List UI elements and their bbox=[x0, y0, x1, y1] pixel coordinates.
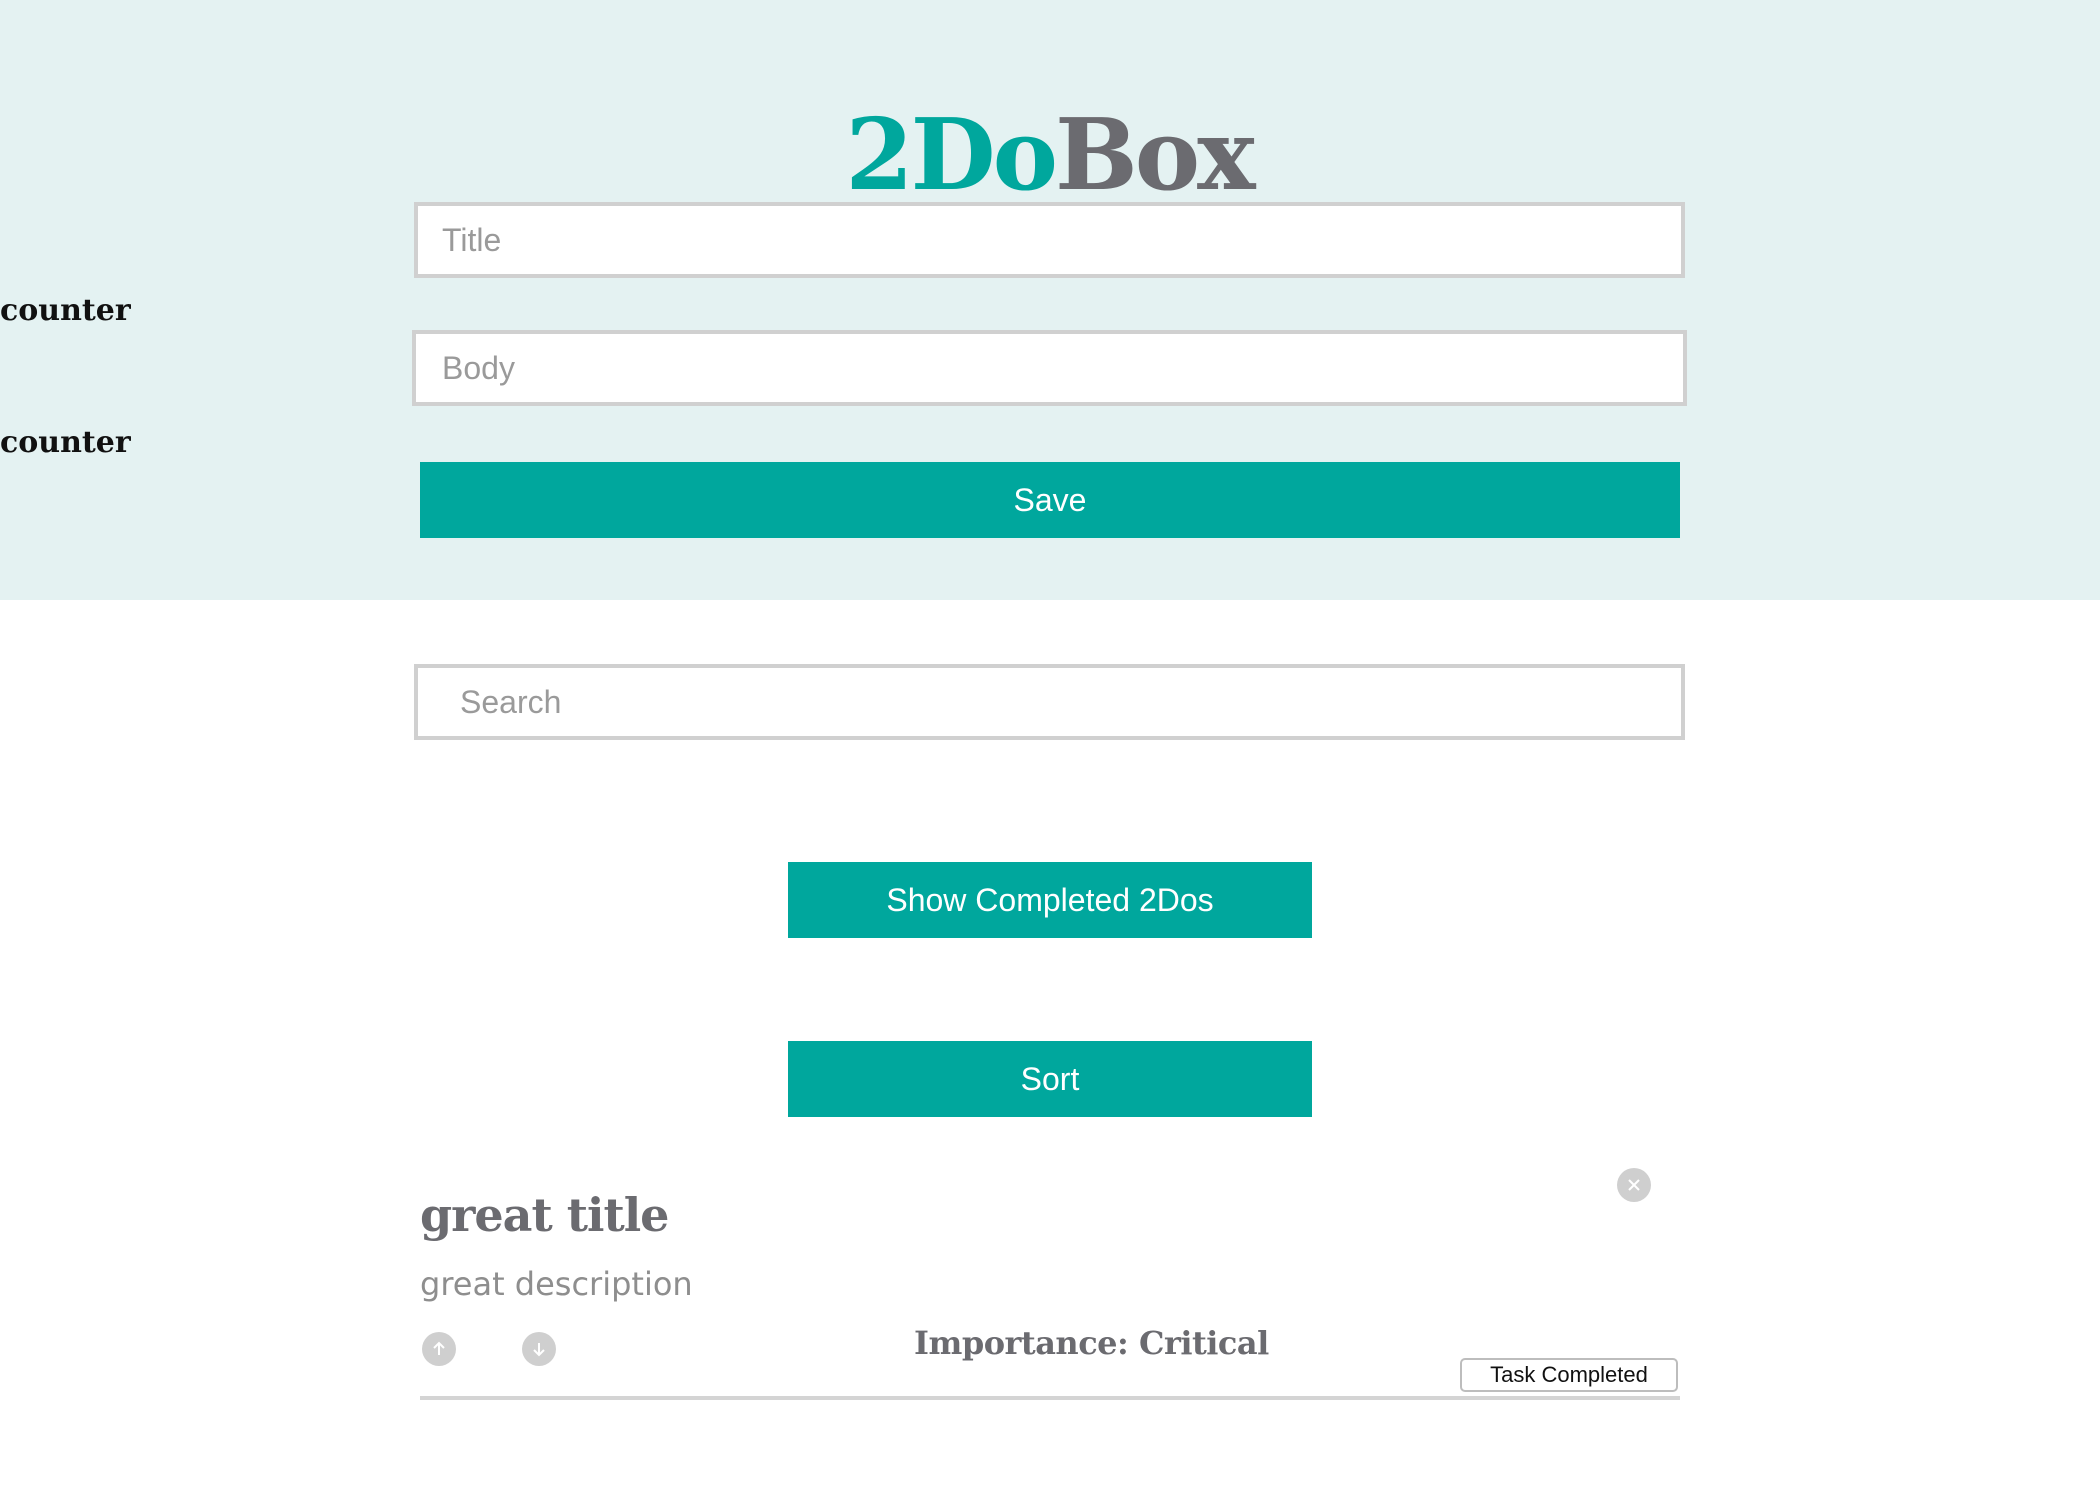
body-input[interactable] bbox=[412, 330, 1687, 406]
logo-part-2do: 2Do bbox=[845, 98, 1058, 213]
app-logo: 2DoBox bbox=[0, 96, 2099, 216]
show-completed-button[interactable]: Show Completed 2Dos bbox=[788, 862, 1312, 938]
header-section: 2DoBox counter counter Save bbox=[0, 0, 2100, 600]
search-input[interactable] bbox=[414, 664, 1685, 740]
body-counter: counter bbox=[0, 425, 131, 460]
title-input[interactable] bbox=[414, 202, 1685, 278]
arrow-up-icon-glyph bbox=[433, 1341, 445, 1355]
todo-title: great title bbox=[420, 1188, 669, 1242]
arrow-up-icon[interactable] bbox=[422, 1332, 456, 1366]
close-icon-glyph bbox=[1628, 1179, 1640, 1191]
todo-card: great title great description Importance… bbox=[420, 1150, 1680, 1400]
save-button[interactable]: Save bbox=[420, 462, 1680, 538]
title-counter: counter bbox=[0, 293, 131, 328]
sort-button[interactable]: Sort bbox=[788, 1041, 1312, 1117]
logo-part-box: Box bbox=[1054, 98, 1256, 213]
importance-label: Importance: Critical bbox=[914, 1324, 1269, 1362]
todo-body: great description bbox=[420, 1265, 693, 1303]
close-icon[interactable] bbox=[1617, 1168, 1651, 1202]
arrow-down-icon-glyph bbox=[533, 1343, 545, 1357]
arrow-down-icon[interactable] bbox=[522, 1332, 556, 1366]
task-completed-button[interactable]: Task Completed bbox=[1460, 1358, 1678, 1392]
